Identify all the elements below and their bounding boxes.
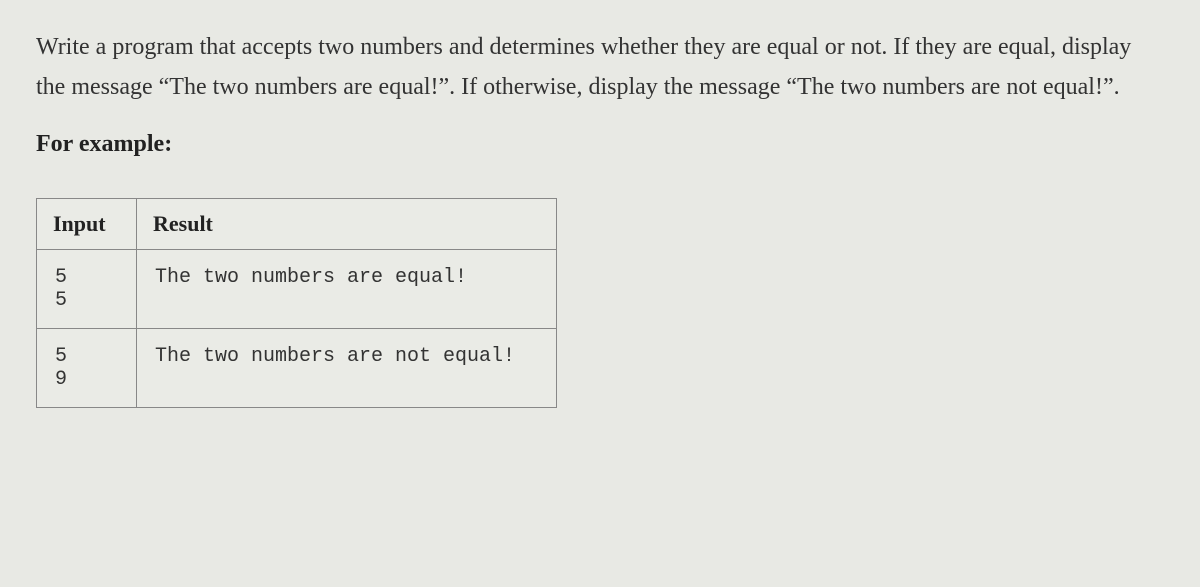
cell-input: 5 5 [37,250,137,329]
header-input: Input [37,199,137,250]
header-result: Result [137,199,557,250]
question-text: Write a program that accepts two numbers… [36,28,1164,107]
example-table: Input Result 5 5 The two numbers are equ… [36,198,557,408]
table-row: 5 5 The two numbers are equal! [37,250,557,329]
table-header-row: Input Result [37,199,557,250]
cell-result: The two numbers are not equal! [137,329,557,408]
cell-input: 5 9 [37,329,137,408]
cell-result: The two numbers are equal! [137,250,557,329]
table-row: 5 9 The two numbers are not equal! [37,329,557,408]
example-label: For example: [36,131,1164,158]
